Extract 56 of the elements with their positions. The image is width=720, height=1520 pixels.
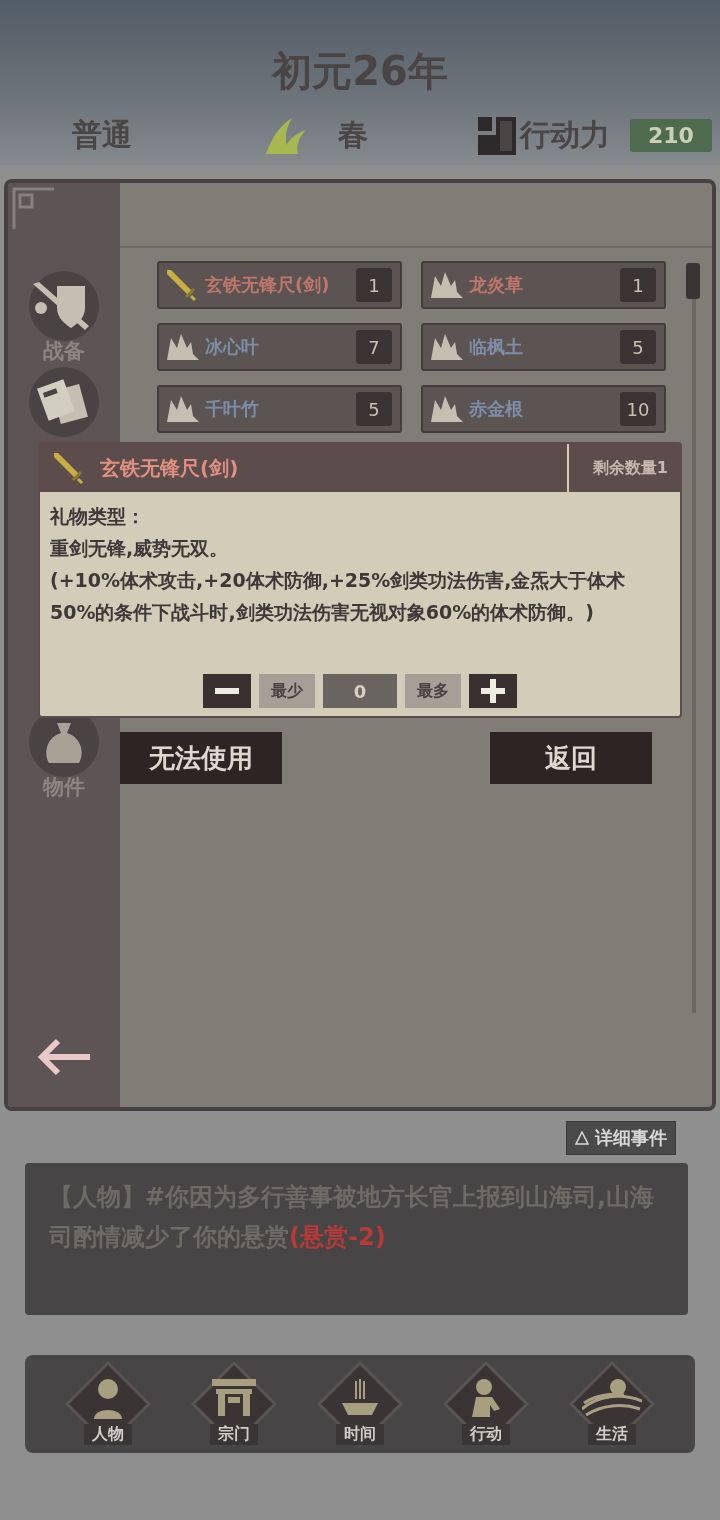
herb-icon xyxy=(165,394,199,424)
corner-ornament-icon xyxy=(12,187,56,231)
inventory-item[interactable]: 赤金根 10 xyxy=(421,385,666,433)
item-count: 10 xyxy=(620,392,656,426)
back-arrow-icon[interactable] xyxy=(36,1037,92,1077)
item-count: 1 xyxy=(356,268,392,302)
herb-icon xyxy=(429,394,463,424)
plus-button[interactable] xyxy=(469,674,517,708)
item-count: 7 xyxy=(356,330,392,364)
item-name: 临枫土 xyxy=(469,335,524,359)
item-count: 5 xyxy=(620,330,656,364)
item-name: 千叶竹 xyxy=(205,397,260,421)
item-name: 龙炎草 xyxy=(469,273,524,297)
minus-button[interactable] xyxy=(203,674,251,708)
inventory-item[interactable]: 千叶竹 5 xyxy=(157,385,402,433)
dialog-title: 玄铁无锋尺(剑) xyxy=(100,454,240,482)
scrollbar-thumb[interactable] xyxy=(686,263,700,299)
herb-icon xyxy=(429,270,463,300)
item-name: 冰心叶 xyxy=(205,335,260,359)
nav-button[interactable]: 宗门 xyxy=(189,1359,279,1449)
details-button[interactable]: 详细事件 xyxy=(566,1121,676,1155)
landscape-icon xyxy=(582,1377,642,1417)
nav-button[interactable]: 行动 xyxy=(441,1359,531,1449)
difficulty-label: 普通 xyxy=(72,116,132,154)
nav-button[interactable]: 生活 xyxy=(567,1359,657,1449)
remaining-count: 剩余数量1 xyxy=(566,444,668,492)
nav-button[interactable]: 时间 xyxy=(315,1359,405,1449)
description-text: 礼物类型： xyxy=(50,504,146,529)
triangle-icon xyxy=(575,1131,589,1145)
item-name: 赤金根 xyxy=(469,397,524,421)
inventory-item[interactable]: 龙炎草 1 xyxy=(421,261,666,309)
herb-icon xyxy=(429,332,463,362)
gate-icon xyxy=(212,1377,256,1417)
season-label: 春 xyxy=(338,116,368,154)
max-button[interactable]: 最多 xyxy=(405,674,461,708)
grid-icon xyxy=(478,116,516,155)
inventory-item[interactable]: 玄铁无锋尺(剑) 1 xyxy=(157,261,402,309)
sword-icon xyxy=(165,268,199,302)
plus-icon xyxy=(481,679,505,703)
sword-icon xyxy=(52,451,86,485)
item-name: 玄铁无锋尺(剑) xyxy=(205,273,331,297)
quantity-field[interactable]: 0 xyxy=(323,674,397,708)
herb-icon xyxy=(165,332,199,362)
action-button[interactable]: 无法使用 xyxy=(120,732,282,784)
inventory-item[interactable]: 临枫土 5 xyxy=(421,323,666,371)
action-points-label: 行动力 xyxy=(520,116,610,154)
nav-button[interactable]: 人物 xyxy=(63,1359,153,1449)
description-text: (+10%体术攻击,+20体术防御,+25%剑类功法伤害,金炁大于体术50%的条件下战斗时,剑类功法伤害无视对象60%的体术防御。) xyxy=(50,568,627,625)
item-count: 1 xyxy=(620,268,656,302)
item-count: 5 xyxy=(356,392,392,426)
min-button[interactable]: 最少 xyxy=(259,674,315,708)
action-points-value: 210 xyxy=(630,119,712,152)
inventory-item[interactable]: 冰心叶 7 xyxy=(157,323,402,371)
minus-icon xyxy=(215,688,239,694)
action-button[interactable]: 返回 xyxy=(490,732,652,784)
description-text: 重剑无锋,威势无双。 xyxy=(50,536,230,561)
